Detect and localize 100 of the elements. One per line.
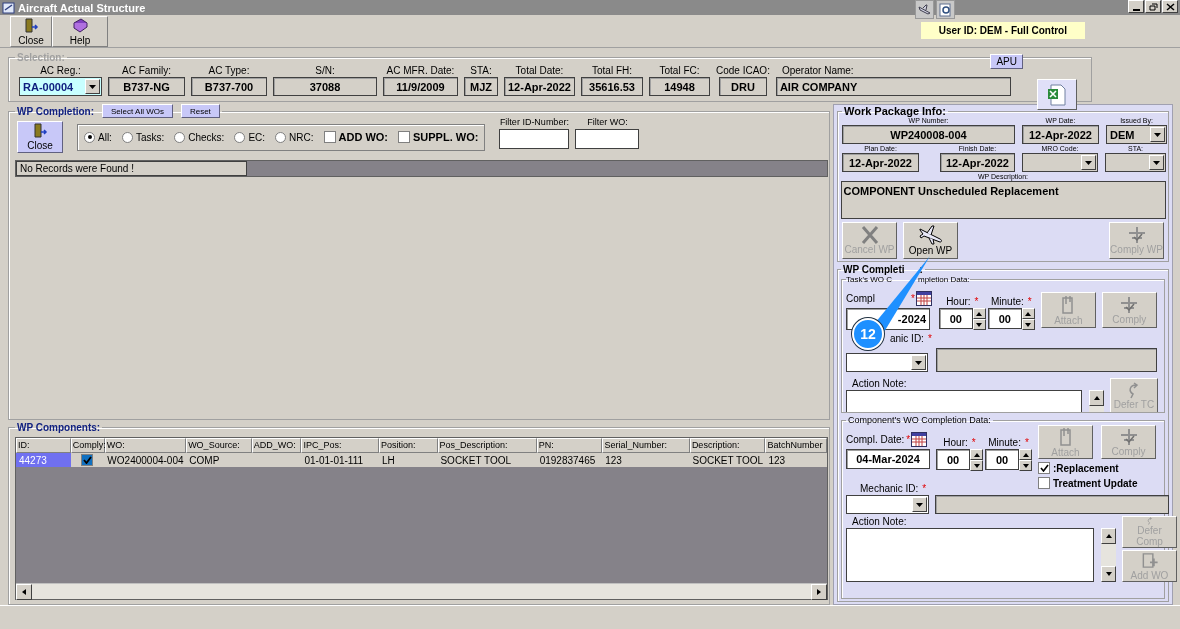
mechanic-dropdown[interactable] xyxy=(846,495,929,514)
caret-icon xyxy=(1085,160,1092,165)
help-button[interactable]: Help xyxy=(52,16,108,47)
x-icon xyxy=(859,226,880,244)
column-header[interactable]: Serial_Number: xyxy=(602,438,690,453)
option-label: Tasks: xyxy=(135,131,165,143)
column-header[interactable]: IPC_Pos: xyxy=(301,438,379,453)
column-header[interactable]: PN: xyxy=(536,438,603,453)
close-button[interactable]: Close xyxy=(10,16,52,47)
apu-button[interactable]: APU xyxy=(990,54,1023,69)
caret-icon xyxy=(1153,160,1160,165)
checkbox[interactable] xyxy=(81,454,94,466)
open-button[interactable]: Open WP xyxy=(903,222,958,259)
spin-down-button[interactable] xyxy=(1021,319,1035,330)
calendar-icon xyxy=(911,432,928,447)
spin-up-button[interactable] xyxy=(1021,308,1035,319)
export-button[interactable] xyxy=(1037,79,1077,110)
field-label: Minute: xyxy=(988,437,1021,448)
column-header[interactable]: ID: xyxy=(16,438,71,453)
search-tool-button[interactable] xyxy=(936,0,955,19)
restore-button[interactable] xyxy=(1145,0,1161,13)
column-header[interactable]: WO: xyxy=(104,438,187,453)
book-icon xyxy=(72,17,88,34)
field-label: Mechanic ID: xyxy=(860,483,919,494)
column-header[interactable]: ADD_WO: xyxy=(251,438,302,453)
column-header[interactable]: WO_Source: xyxy=(186,438,252,453)
horizontal-scrollbar[interactable] xyxy=(16,583,827,599)
readonly-field: 12-Apr-2022 xyxy=(842,153,919,172)
mechanic-dropdown[interactable] xyxy=(846,353,928,372)
issued-by-dropdown[interactable]: DEM xyxy=(1106,125,1167,144)
field-label: anic ID: xyxy=(890,333,924,344)
checkbox[interactable] xyxy=(323,131,336,143)
minimize-button[interactable] xyxy=(1128,0,1144,13)
calendar-button[interactable] xyxy=(910,431,929,448)
action-note-field[interactable] xyxy=(846,390,1082,412)
checkbox[interactable] xyxy=(1038,462,1050,474)
option-label: Treatment Update xyxy=(1053,477,1138,489)
up-arrow-icon xyxy=(1022,451,1029,458)
reset-button[interactable]: Reset xyxy=(180,104,220,118)
required-mark: * xyxy=(922,483,927,494)
checkbox[interactable] xyxy=(1038,477,1050,489)
filter-id-field[interactable] xyxy=(499,129,570,149)
field-label: Compl xyxy=(846,293,875,304)
radio-button[interactable] xyxy=(174,131,186,143)
column-header[interactable]: Comply: xyxy=(70,438,105,453)
group-title: Selection: xyxy=(17,52,65,63)
column-header[interactable]: Pos_Description: xyxy=(437,438,537,453)
vertical-scrollbar[interactable] xyxy=(1101,528,1116,582)
field-label: AC Family: xyxy=(122,65,171,76)
restore-icon xyxy=(1148,2,1158,11)
up-arrow-icon xyxy=(1093,395,1100,401)
date-field[interactable]: 04-Mar-2024 xyxy=(846,449,930,469)
group-title: WP Completion: xyxy=(17,105,95,117)
number-field[interactable]: 00 xyxy=(985,449,1019,470)
required-mark: * xyxy=(910,293,915,304)
table-cell: 44273 xyxy=(16,453,71,467)
checkbox[interactable] xyxy=(398,131,410,143)
spin-up-button[interactable] xyxy=(1019,449,1032,460)
table-cell-text: SOCKET TOOL xyxy=(691,453,765,467)
registration-dropdown[interactable]: RA-00004 xyxy=(19,77,102,96)
radio-button[interactable] xyxy=(234,131,246,143)
action-note-field[interactable] xyxy=(846,528,1094,582)
field-label: AC MFR. Date: xyxy=(386,65,455,76)
calendar-button[interactable] xyxy=(914,290,933,307)
empty-message: No Records were Found ! xyxy=(16,161,247,176)
number-field[interactable]: 00 xyxy=(987,308,1022,329)
radio-button[interactable] xyxy=(121,131,133,143)
column-header[interactable]: BatchNumber xyxy=(765,438,827,453)
calendar-icon xyxy=(915,291,932,306)
spin-down-button[interactable] xyxy=(970,460,983,471)
airplane-tool-button[interactable] xyxy=(915,0,934,19)
group-title: : xyxy=(919,264,923,275)
table-cell-text: COMP xyxy=(188,453,221,467)
number-field[interactable]: 00 xyxy=(936,449,970,470)
readonly-field: AIR COMPANY xyxy=(775,77,1011,96)
filter-wo-field[interactable] xyxy=(575,129,640,149)
option-label: All: xyxy=(98,131,112,143)
radio-button[interactable] xyxy=(275,131,287,143)
spin-up-button[interactable] xyxy=(972,308,986,319)
column-header[interactable]: Position: xyxy=(378,438,438,453)
number-field[interactable]: 00 xyxy=(938,308,973,329)
close-button[interactable] xyxy=(1162,0,1178,13)
sta-dropdown[interactable] xyxy=(1105,153,1166,172)
down-arrow-icon xyxy=(1105,571,1112,577)
spin-down-button[interactable] xyxy=(1019,460,1032,471)
column-header[interactable]: Description: xyxy=(689,438,766,453)
vertical-scrollbar[interactable] xyxy=(1089,390,1104,412)
group-title: WP Completi xyxy=(843,264,905,275)
mro-code-dropdown[interactable] xyxy=(1022,153,1098,172)
close-button[interactable]: Close xyxy=(17,121,63,153)
spin-down-button[interactable] xyxy=(972,319,986,330)
airplane-icon xyxy=(917,3,932,16)
radio-button[interactable] xyxy=(84,131,95,143)
close-icon xyxy=(1165,2,1175,11)
caret-icon xyxy=(89,84,96,89)
table-row[interactable]: 44273 WO2400004-004 COMP 01-01-01-111 LH SOCKET TOOL 0192837465 123 SOCKET TOOL 123 xyxy=(16,453,827,467)
group-title: Component's WO Completion Data: xyxy=(848,415,991,425)
field-label: Hour: xyxy=(943,437,968,448)
spin-up-button[interactable] xyxy=(970,449,983,460)
select-all-button[interactable]: Select All WOs xyxy=(102,104,173,118)
